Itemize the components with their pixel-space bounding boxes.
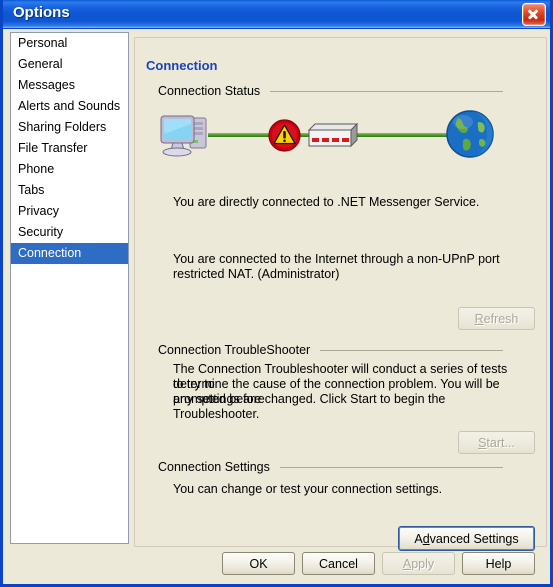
troubleshooter-line-3: any settings are changed. Click Start to… — [173, 392, 446, 421]
troubleshooter-heading: Connection TroubleShooter — [158, 343, 503, 357]
ok-button[interactable]: OK — [222, 552, 295, 575]
sidebar-item-file-transfer[interactable]: File Transfer — [11, 138, 128, 159]
status-line-3: restricted NAT. (Administrator) — [173, 267, 340, 281]
category-list[interactable]: Personal General Messages Alerts and Sounds… — [10, 32, 129, 544]
options-dialog: Options Personal General Messages Alerts an… — [0, 0, 553, 587]
router-icon — [307, 122, 359, 148]
title-bar: Options — [3, 0, 550, 29]
sidebar-item-alerts-and-sounds[interactable]: Alerts and Sounds — [11, 96, 128, 117]
sidebar-item-personal[interactable]: Personal — [11, 33, 128, 54]
divider — [270, 90, 503, 92]
status-line-2: You are connected to the Internet throug… — [173, 252, 500, 266]
connection-settings-heading: Connection Settings — [158, 460, 503, 474]
cancel-button[interactable]: Cancel — [302, 552, 375, 575]
refresh-button[interactable]: Refresh — [458, 307, 535, 330]
dialog-body: Personal General Messages Alerts and Sounds… — [3, 29, 550, 584]
window-title: Options — [13, 4, 70, 21]
divider — [279, 466, 503, 468]
start-button[interactable]: Start... — [458, 431, 535, 454]
refresh-button-label: Refresh — [474, 311, 519, 326]
close-icon[interactable] — [522, 3, 546, 26]
sidebar-item-messages[interactable]: Messages — [11, 75, 128, 96]
sidebar-item-connection[interactable]: Connection — [11, 243, 128, 264]
groupbox-title: Connection — [142, 59, 222, 73]
connection-status-heading: Connection Status — [158, 84, 503, 98]
help-button-label: Help — [485, 556, 512, 571]
sidebar-item-sharing-folders[interactable]: Sharing Folders — [11, 117, 128, 138]
start-button-label: Start... — [478, 435, 515, 450]
cancel-button-label: Cancel — [319, 556, 358, 571]
settings-line-1: You can change or test your connection s… — [173, 482, 443, 496]
sidebar-item-tabs[interactable]: Tabs — [11, 180, 128, 201]
ok-button-label: OK — [249, 556, 268, 571]
sidebar-item-phone[interactable]: Phone — [11, 159, 128, 180]
sidebar-item-security[interactable]: Security — [11, 222, 128, 243]
globe-icon — [446, 110, 494, 158]
help-button[interactable]: Help — [462, 552, 535, 575]
computer-icon — [160, 115, 207, 157]
sidebar-item-privacy[interactable]: Privacy — [11, 201, 128, 222]
sidebar-item-general[interactable]: General — [11, 54, 128, 75]
apply-button[interactable]: Apply — [382, 552, 455, 575]
warning-icon — [268, 119, 301, 152]
status-line-1: You are directly connected to .NET Messe… — [173, 195, 480, 209]
dialog-footer: OK Cancel Apply Help — [3, 544, 550, 584]
divider — [320, 349, 503, 351]
apply-button-label: Apply — [402, 556, 435, 571]
connection-diagram — [158, 107, 503, 163]
